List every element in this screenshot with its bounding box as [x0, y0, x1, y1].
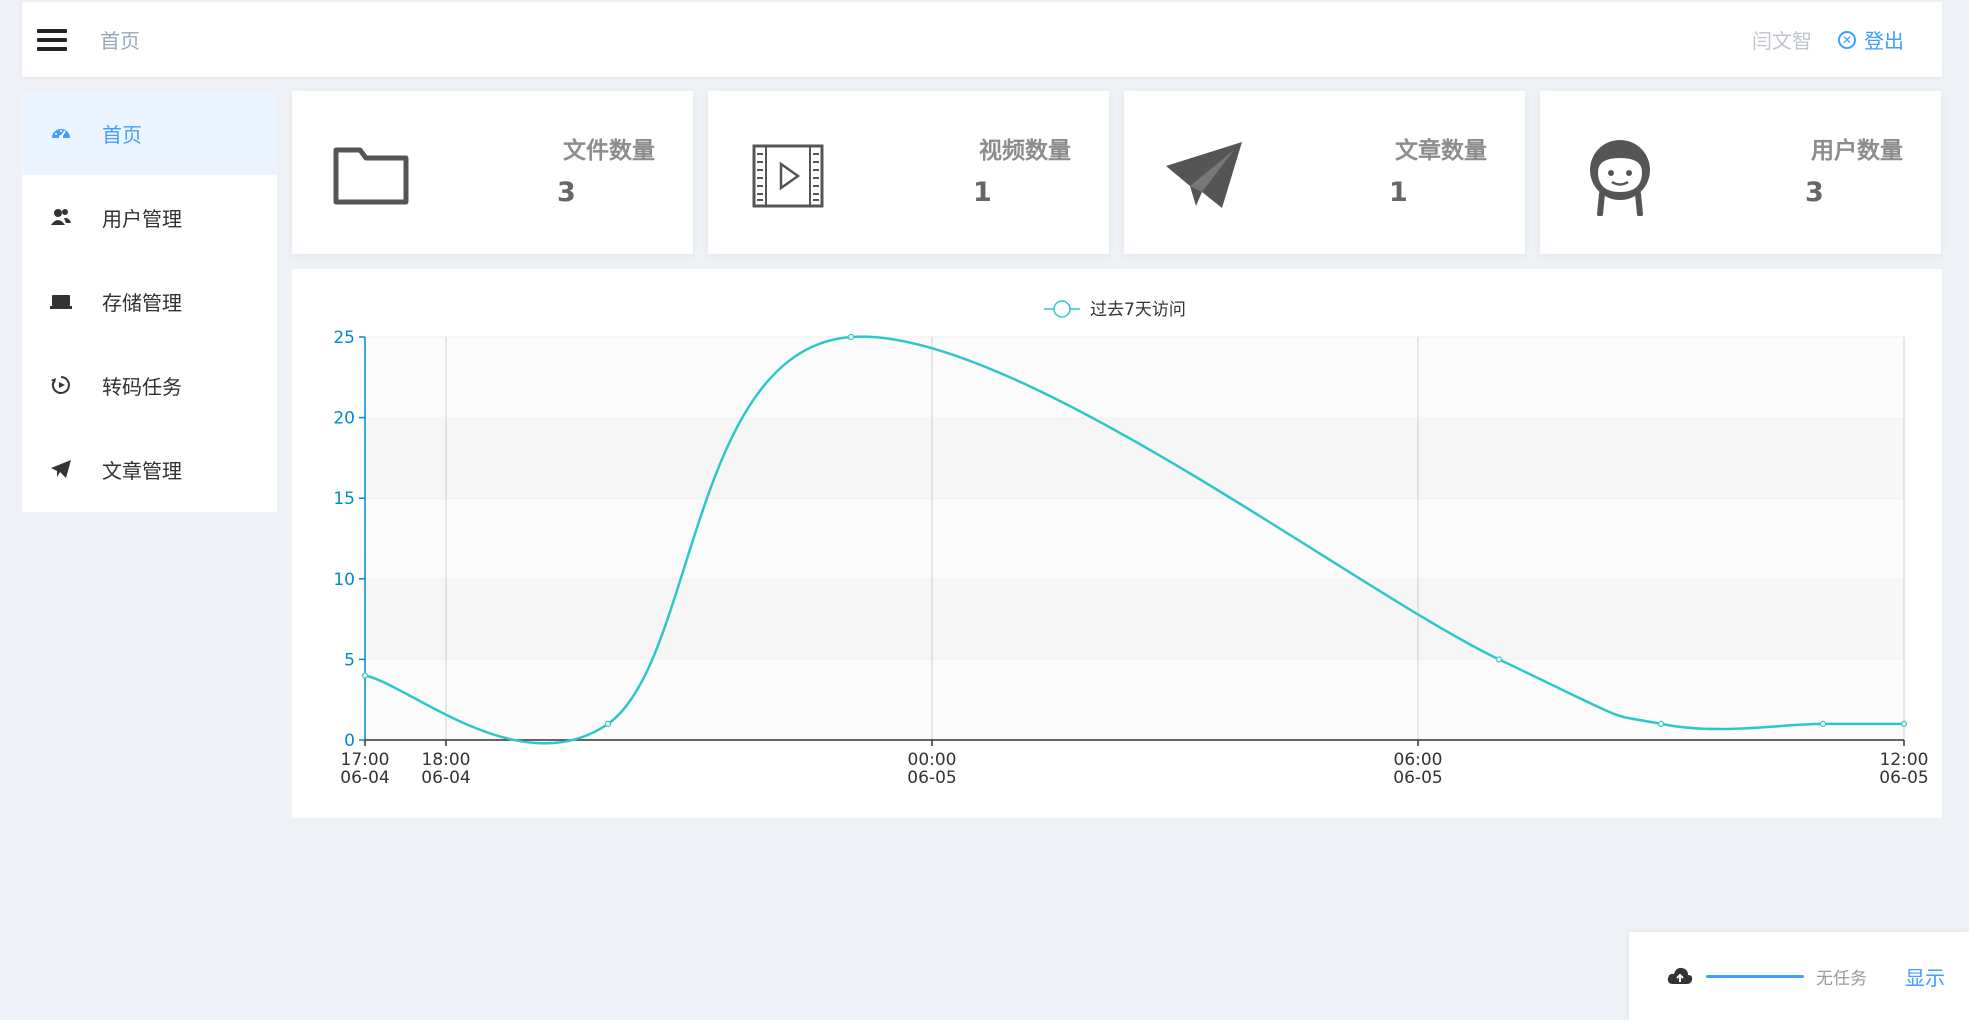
header-right: 闫文智 ✕ 登出: [1752, 25, 1904, 54]
top-header: 首页 闫文智 ✕ 登出: [22, 2, 1942, 77]
chart-grid-band: [365, 498, 1904, 579]
storage-icon: [50, 290, 72, 312]
sidebar-item-users[interactable]: 用户管理: [22, 175, 277, 259]
chart-grid-band: [365, 578, 1904, 660]
stat-card-files[interactable]: 文件数量 3: [292, 91, 693, 254]
chart-x-tick-label: 12:00: [1880, 750, 1929, 770]
chart-y-tick-label: 20: [333, 409, 355, 429]
stat-value: 1: [973, 177, 992, 208]
chart-x-tick-label: 18:00: [422, 750, 471, 770]
chart-x-tick-date: 06-05: [907, 768, 956, 788]
chart-x-tick-date: 06-05: [1879, 768, 1928, 788]
chart-data-point: [847, 333, 855, 341]
chart-y-tick-label: 25: [333, 328, 355, 348]
user-face-icon: [1590, 140, 1650, 216]
chart-data-point: [1495, 656, 1503, 663]
task-status: 无任务: [1816, 968, 1867, 989]
chart-data-point: [604, 720, 612, 727]
stat-card-users[interactable]: 用户数量 3: [1540, 91, 1941, 254]
transcode-icon: [50, 374, 72, 396]
sidebar-item-home[interactable]: 首页: [22, 91, 277, 175]
stat-title: 视频数量: [979, 138, 1071, 164]
paper-plane-icon: [50, 458, 72, 480]
chart-grid-band: [365, 417, 1904, 499]
stat-value: 3: [1805, 177, 1824, 208]
users-icon: [50, 206, 72, 228]
chart-grid-band: [365, 337, 1904, 418]
hamburger-menu-icon[interactable]: [37, 24, 67, 56]
chart-grid-band: [365, 659, 1904, 740]
visits-chart-panel: 0 5 10 15 20 25 17:00 06-04 18:00 06-04 00:00 06-05…: [292, 269, 1942, 818]
task-progress-bar: [1706, 974, 1804, 978]
paper-plane-icon: [1166, 142, 1242, 208]
chart-data-point: [1657, 720, 1665, 727]
chart-x-tick-date: 06-04: [421, 768, 470, 788]
chart-data-point: [1819, 720, 1827, 727]
video-icon: [752, 144, 824, 208]
sidebar-item-label: 存储管理: [102, 290, 182, 315]
sidebar-item-articles[interactable]: 文章管理: [22, 427, 277, 511]
chart-x-tick-date: 06-05: [1393, 768, 1442, 788]
chart-y-tick-label: 15: [333, 489, 355, 509]
show-tasks-button[interactable]: 显示: [1905, 962, 1945, 991]
chart-x-tick-label: 00:00: [908, 750, 957, 770]
logout-button[interactable]: ✕ 登出: [1838, 25, 1904, 54]
stat-value: 1: [1389, 177, 1408, 208]
chart-x-tick-label: 17:00: [341, 750, 390, 770]
chart-y-tick-label: 10: [333, 570, 355, 590]
chart-x-tick-date: 06-04: [340, 768, 389, 788]
sidebar-item-label: 首页: [102, 122, 142, 147]
sidebar-item-label: 转码任务: [102, 374, 182, 399]
cloud-upload-icon: [1667, 967, 1693, 984]
chart-y-tick-label: 0: [344, 731, 355, 751]
task-bar: 无任务 显示: [1629, 932, 1969, 1020]
stat-title: 文章数量: [1395, 138, 1487, 164]
folder-icon: [333, 147, 409, 205]
stat-card-articles[interactable]: 文章数量 1: [1124, 91, 1525, 254]
sidebar-item-storage[interactable]: 存储管理: [22, 259, 277, 343]
logout-label: 登出: [1864, 29, 1904, 53]
chart-x-tick-label: 06:00: [1394, 750, 1443, 770]
sidebar-item-transcode[interactable]: 转码任务: [22, 343, 277, 427]
dashboard-icon: [50, 122, 72, 144]
chart-data-point: [1900, 720, 1908, 727]
chart-y-tick-label: 5: [344, 650, 355, 670]
chart-legend-label: 过去7天访问: [1090, 300, 1186, 320]
stat-value: 3: [557, 177, 576, 208]
stat-title: 文件数量: [563, 138, 655, 164]
stat-title: 用户数量: [1811, 138, 1903, 164]
sidebar-item-label: 用户管理: [102, 206, 182, 231]
chart-legend-marker: [1053, 300, 1071, 318]
chart-data-point: [361, 672, 369, 679]
close-circle-icon: ✕: [1838, 30, 1856, 49]
breadcrumb[interactable]: 首页: [100, 25, 140, 54]
visits-line-chart: 051015202517:0006-0418:0006-0400:0006-05…: [333, 300, 1929, 788]
stat-card-videos[interactable]: 视频数量 1: [708, 91, 1109, 254]
sidebar-item-label: 文章管理: [102, 458, 182, 483]
sidebar: 首页 用户管理 存储管理 转码任务 文章管理: [22, 91, 277, 512]
username: 闫文智: [1752, 29, 1812, 53]
